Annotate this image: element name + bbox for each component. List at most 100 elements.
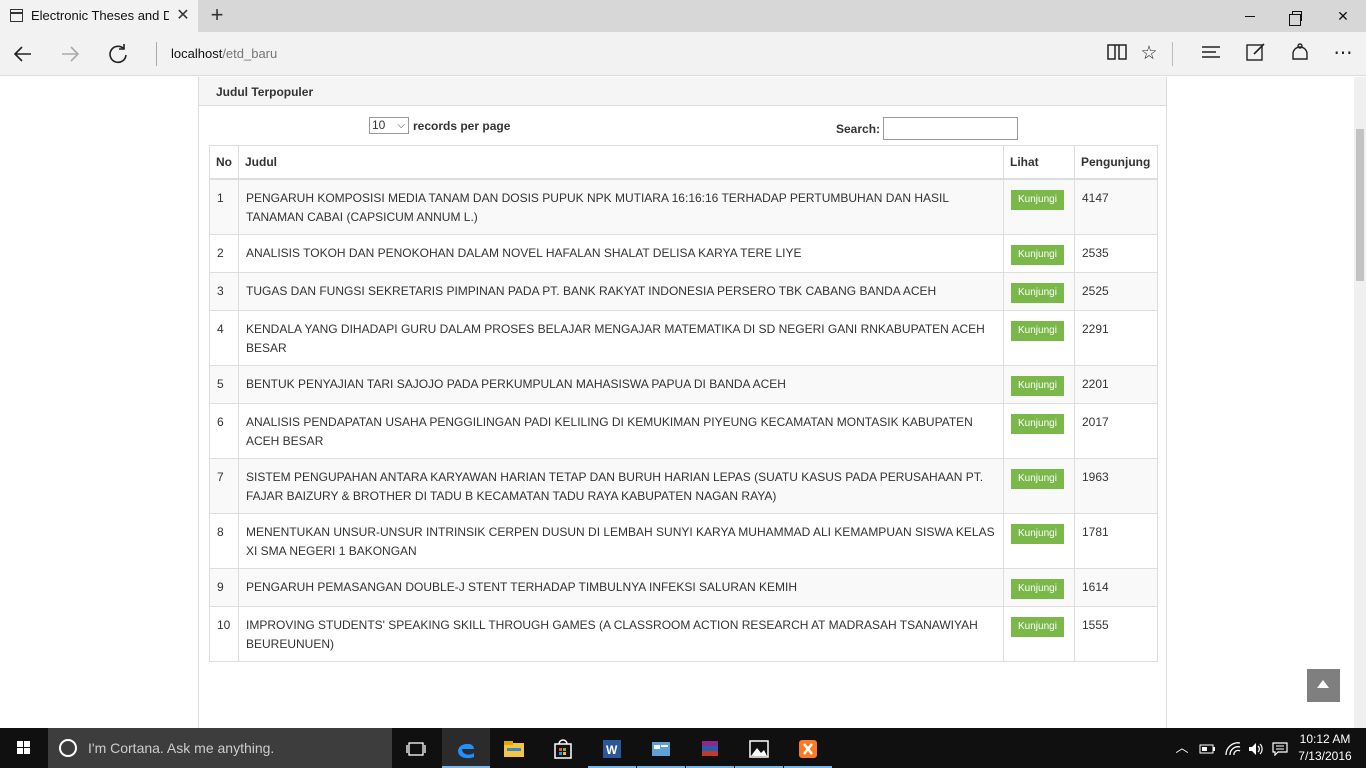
cell-lihat: Kunjungi [1003, 272, 1075, 311]
edge-browser-icon[interactable] [442, 728, 490, 768]
url-separator [156, 42, 157, 66]
more-icon[interactable]: ⋯ [1329, 40, 1357, 68]
tab-title: Electronic Theses and Di [31, 8, 169, 23]
scrollbar-thumb[interactable] [1356, 129, 1364, 281]
kunjungi-button[interactable]: Kunjungi [1011, 579, 1064, 599]
file-explorer-icon[interactable] [490, 728, 538, 768]
cortana-placeholder: I'm Cortana. Ask me anything. [88, 740, 275, 756]
popular-titles-panel: Judul Terpopuler 10 ⌵ records per page S… [198, 77, 1167, 728]
kunjungi-button[interactable]: Kunjungi [1011, 245, 1064, 265]
back-button[interactable] [9, 40, 37, 68]
start-button[interactable] [0, 728, 48, 768]
kunjungi-button[interactable]: Kunjungi [1011, 414, 1064, 434]
cell-lihat: Kunjungi [1003, 234, 1075, 273]
table-row: 8 MENENTUKAN UNSUR-UNSUR INTRINSIK CERPEN… [209, 513, 1159, 569]
app-window-icon[interactable] [637, 728, 685, 768]
cortana-search-box[interactable]: I'm Cortana. Ask me anything. [48, 728, 392, 768]
kunjungi-button[interactable]: Kunjungi [1011, 469, 1064, 489]
table-header-row: No Judul Lihat Pengunjung [209, 145, 1159, 180]
web-note-icon[interactable] [1242, 40, 1270, 68]
restore-button[interactable] [1273, 0, 1319, 32]
column-header-pengunjung[interactable]: Pengunjung [1073, 145, 1159, 180]
address-bar: localhost/etd_baru ☆ ⋯ [0, 32, 1366, 76]
table-row: 2 ANALISIS TOKOH DAN PENOKOHAN DALAM NOVE… [209, 234, 1159, 273]
clock-time: 10:12 AM [1299, 732, 1351, 746]
table-row: 6 ANALISIS PENDAPATAN USAHA PENGGILINGAN … [209, 403, 1159, 459]
close-window-button[interactable]: ✕ [1320, 0, 1366, 32]
close-tab-icon[interactable]: ✕ [175, 6, 191, 26]
toolbar-separator [1172, 42, 1173, 66]
minimize-button[interactable] [1227, 0, 1273, 32]
kunjungi-button[interactable]: Kunjungi [1011, 524, 1064, 544]
battery-icon[interactable] [1197, 728, 1219, 768]
cell-no: 6 [209, 403, 239, 459]
scroll-to-top-button[interactable] [1307, 669, 1340, 702]
cell-lihat: Kunjungi [1003, 403, 1075, 459]
reading-view-icon[interactable] [1103, 40, 1131, 68]
store-icon[interactable] [539, 728, 587, 768]
cell-lihat: Kunjungi [1003, 458, 1075, 514]
cell-pengunjung: 2017 [1073, 403, 1159, 459]
browser-tab[interactable]: Electronic Theses and Di ✕ [0, 0, 198, 32]
cell-judul: MENENTUKAN UNSUR-UNSUR INTRINSIK CERPEN … [238, 513, 1004, 569]
cell-judul: PENGARUH PEMASANGAN DOUBLE-J STENT TERHA… [238, 568, 1004, 607]
column-header-no[interactable]: No [209, 145, 239, 180]
forward-button[interactable] [56, 40, 84, 68]
column-header-lihat[interactable]: Lihat [1003, 145, 1075, 180]
xampp-icon[interactable] [784, 728, 832, 768]
cell-pengunjung: 2525 [1073, 272, 1159, 311]
cell-judul: TUGAS DAN FUNGSI SEKRETARIS PIMPINAN PAD… [238, 272, 1004, 311]
table-row: 4 KENDALA YANG DIHADAPI GURU DALAM PROSES… [209, 310, 1159, 366]
search-input[interactable] [883, 117, 1019, 140]
url-field[interactable]: localhost/etd_baru [171, 46, 277, 61]
system-clock[interactable]: 10:12 AM 7/13/2016 [1298, 731, 1352, 765]
cell-no: 5 [209, 365, 239, 404]
refresh-button[interactable] [104, 40, 132, 68]
column-header-judul[interactable]: Judul [238, 145, 1004, 180]
cell-no: 4 [209, 310, 239, 366]
vertical-scrollbar[interactable] [1354, 77, 1366, 728]
wifi-icon[interactable] [1222, 728, 1244, 768]
panel-heading: Judul Terpopuler [199, 77, 1166, 106]
records-per-page-select[interactable]: 10 ⌵ [369, 117, 409, 134]
share-icon[interactable] [1286, 40, 1314, 68]
photos-icon[interactable] [735, 728, 783, 768]
new-tab-button[interactable]: + [205, 4, 229, 28]
clock-date: 7/13/2016 [1298, 749, 1352, 763]
table-row: 3 TUGAS DAN FUNGSI SEKRETARIS PIMPINAN PA… [209, 272, 1159, 311]
svg-text:W: W [606, 743, 618, 757]
cell-pengunjung: 4147 [1073, 178, 1159, 235]
action-center-icon[interactable] [1269, 728, 1291, 768]
page-content: Judul Terpopuler 10 ⌵ records per page S… [0, 77, 1354, 728]
cell-judul: KENDALA YANG DIHADAPI GURU DALAM PROSES … [238, 310, 1004, 366]
cell-no: 3 [209, 272, 239, 311]
chevron-down-icon: ⌵ [397, 120, 405, 131]
table-row: 5 BENTUK PENYAJIAN TARI SAJOJO PADA PERKU… [209, 365, 1159, 404]
kunjungi-button[interactable]: Kunjungi [1011, 190, 1064, 210]
cell-pengunjung: 1614 [1073, 568, 1159, 607]
kunjungi-button[interactable]: Kunjungi [1011, 283, 1064, 303]
winrar-icon[interactable] [686, 728, 734, 768]
kunjungi-button[interactable]: Kunjungi [1011, 321, 1064, 341]
kunjungi-button[interactable]: Kunjungi [1011, 376, 1064, 396]
taskbar: I'm Cortana. Ask me anything. W ︿ 10:12 … [0, 728, 1366, 768]
cell-no: 10 [209, 606, 239, 662]
records-per-page-label: records per page [413, 118, 511, 133]
cell-pengunjung: 2535 [1073, 234, 1159, 273]
records-per-page-value: 10 [372, 118, 386, 132]
table-row: 9 PENGARUH PEMASANGAN DOUBLE-J STENT TERH… [209, 568, 1159, 607]
kunjungi-button[interactable]: Kunjungi [1011, 617, 1064, 637]
cell-no: 7 [209, 458, 239, 514]
volume-icon[interactable] [1245, 728, 1267, 768]
word-icon[interactable]: W [588, 728, 636, 768]
hub-icon[interactable] [1197, 40, 1225, 68]
cell-lihat: Kunjungi [1003, 568, 1075, 607]
cell-lihat: Kunjungi [1003, 310, 1075, 366]
show-hidden-icons-chevron[interactable]: ︿ [1173, 728, 1191, 768]
cell-judul: SISTEM PENGUPAHAN ANTARA KARYAWAN HARIAN… [238, 458, 1004, 514]
favorite-star-icon[interactable]: ☆ [1135, 40, 1163, 68]
task-view-icon[interactable] [392, 728, 440, 768]
table-row: 7 SISTEM PENGUPAHAN ANTARA KARYAWAN HARIA… [209, 458, 1159, 514]
page-icon [10, 9, 23, 22]
popular-titles-table: No Judul Lihat Pengunjung 1 PENGARUH KOMP… [209, 145, 1159, 662]
